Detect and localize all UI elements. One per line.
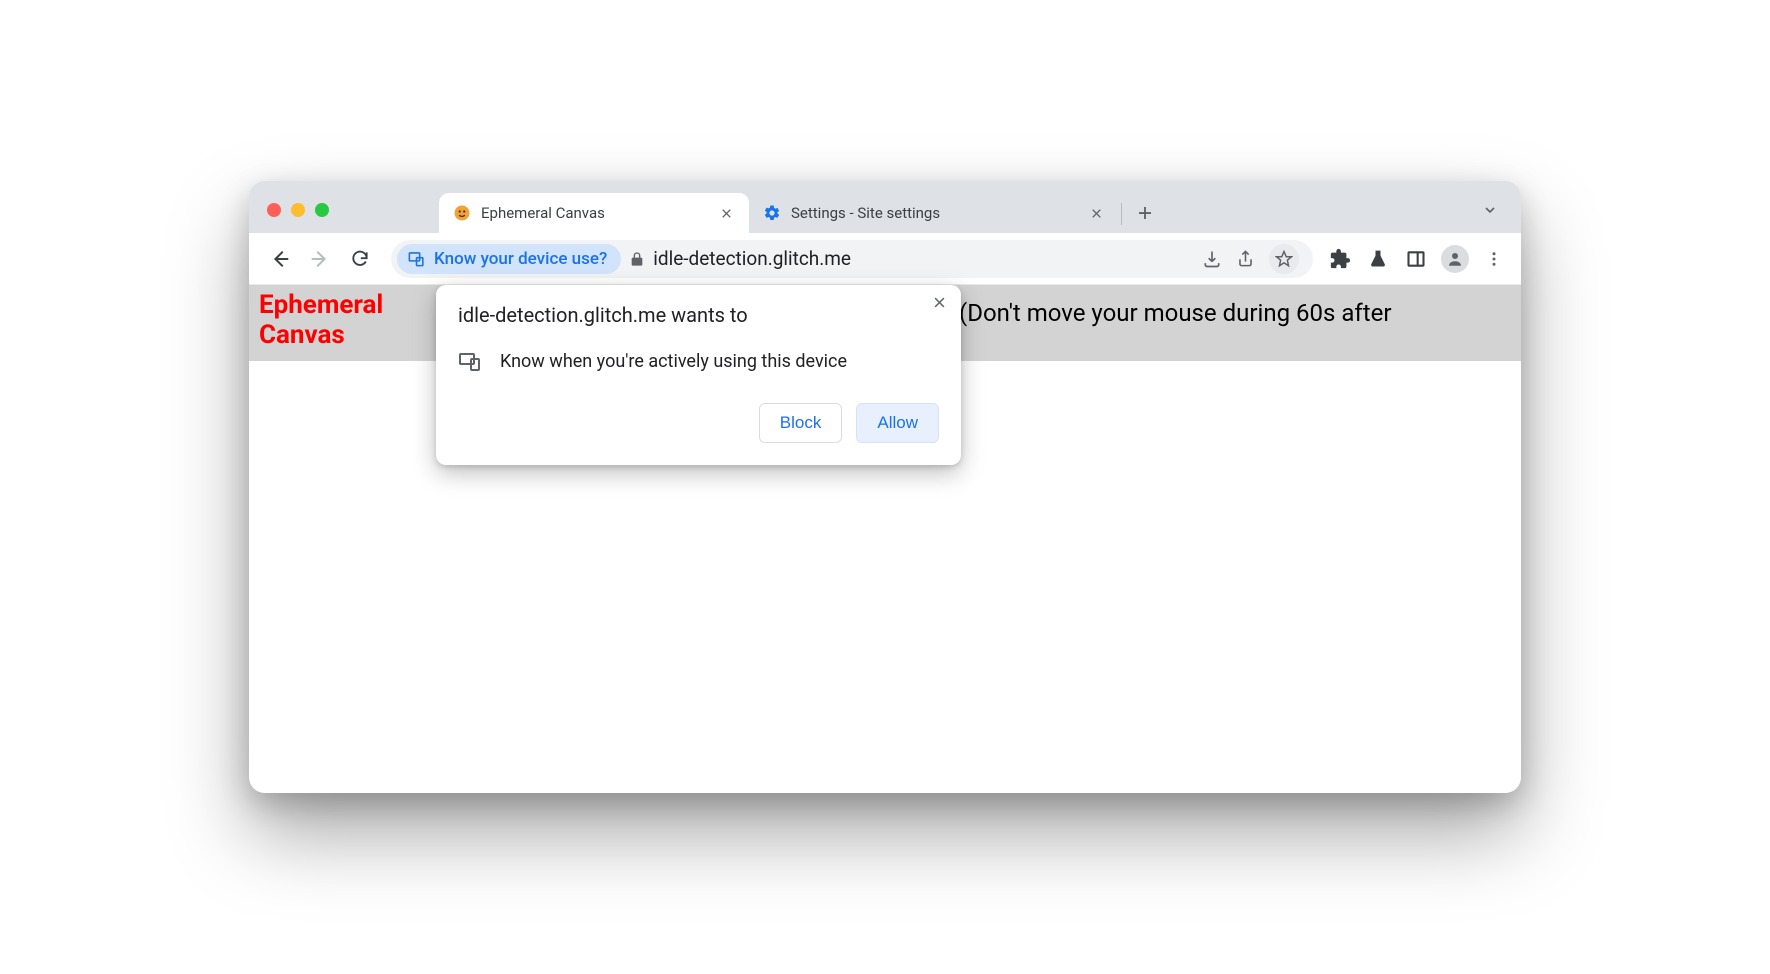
side-panel-icon[interactable] xyxy=(1403,246,1429,272)
close-window-button[interactable] xyxy=(267,203,281,217)
gear-icon xyxy=(763,204,781,222)
forward-button[interactable] xyxy=(303,242,337,276)
tab-ephemeral-canvas[interactable]: Ephemeral Canvas xyxy=(439,193,749,233)
install-icon[interactable] xyxy=(1202,249,1222,269)
new-tab-button[interactable] xyxy=(1130,198,1160,228)
close-tab-icon[interactable] xyxy=(1087,204,1105,222)
devices-icon xyxy=(458,349,482,373)
chip-label: Know your device use? xyxy=(434,249,607,269)
labs-icon[interactable] xyxy=(1365,246,1391,272)
tabs-dropdown-icon[interactable] xyxy=(1475,195,1505,225)
profile-avatar[interactable] xyxy=(1441,245,1469,273)
share-icon[interactable] xyxy=(1236,249,1255,268)
close-icon[interactable] xyxy=(932,295,947,310)
bookmark-icon[interactable] xyxy=(1269,244,1299,274)
page-title: Ephemeral Canvas xyxy=(259,291,447,351)
url-text: idle-detection.glitch.me xyxy=(653,247,1194,270)
permission-text: Know when you're actively using this dev… xyxy=(500,351,847,372)
close-tab-icon[interactable] xyxy=(717,204,735,222)
minimize-window-button[interactable] xyxy=(291,203,305,217)
tab-separator xyxy=(1121,203,1122,225)
menu-icon[interactable] xyxy=(1481,246,1507,272)
block-button[interactable]: Block xyxy=(759,403,843,443)
maximize-window-button[interactable] xyxy=(315,203,329,217)
back-button[interactable] xyxy=(263,242,297,276)
tab-settings[interactable]: Settings - Site settings xyxy=(749,193,1119,233)
tab-strip: Ephemeral Canvas Settings - Site setting… xyxy=(249,181,1521,233)
favicon-icon xyxy=(453,204,471,222)
omnibox-actions xyxy=(1202,244,1299,274)
browser-window: Ephemeral Canvas Settings - Site setting… xyxy=(249,181,1521,793)
permission-prompt: idle-detection.glitch.me wants to Know w… xyxy=(436,285,961,465)
extensions-icon[interactable] xyxy=(1327,246,1353,272)
permission-chip[interactable]: Know your device use? xyxy=(397,244,621,274)
tab-title: Settings - Site settings xyxy=(791,204,1077,222)
lock-icon[interactable] xyxy=(629,251,645,267)
permission-row: Know when you're actively using this dev… xyxy=(458,349,939,373)
toolbar: Know your device use? idle-detection.gli… xyxy=(249,233,1521,285)
window-controls xyxy=(267,203,329,217)
page-content: Ephemeral Canvas (Don't move your mouse … xyxy=(249,285,1521,793)
reload-button[interactable] xyxy=(343,242,377,276)
allow-button[interactable]: Allow xyxy=(856,403,939,443)
tab-title: Ephemeral Canvas xyxy=(481,204,707,222)
permission-title: idle-detection.glitch.me wants to xyxy=(458,303,939,327)
extension-icons xyxy=(1327,245,1507,273)
address-bar[interactable]: Know your device use? idle-detection.gli… xyxy=(391,240,1313,278)
permission-actions: Block Allow xyxy=(458,403,939,443)
